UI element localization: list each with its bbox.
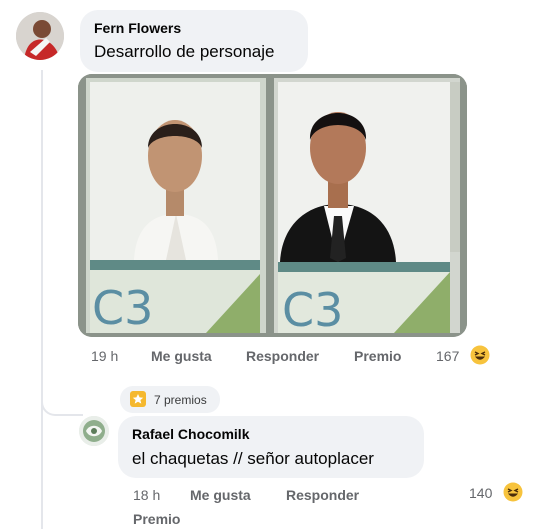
like-button[interactable]: Me gusta — [151, 348, 212, 364]
award-badge-icon — [130, 391, 146, 407]
comment-actions: 19 h Me gusta Responder Premio — [91, 348, 431, 366]
reaction-count[interactable]: 140 — [469, 485, 492, 501]
svg-text:C3: C3 — [282, 283, 343, 337]
svg-text:C3: C3 — [92, 281, 153, 335]
comment-text: Desarrollo de personaje — [94, 42, 275, 61]
reply-connector — [41, 380, 83, 416]
thread-line — [41, 70, 43, 529]
comment-author[interactable]: Rafael Chocomilk — [132, 426, 249, 442]
comment-text: el chaquetas // señor autoplacer — [132, 449, 374, 468]
haha-emoji-icon — [470, 345, 490, 365]
reply-button[interactable]: Responder — [286, 487, 359, 503]
comment-time[interactable]: 18 h — [133, 487, 160, 503]
reply-button[interactable]: Responder — [246, 348, 319, 364]
comment-photo[interactable]: C3 C3 — [78, 74, 467, 337]
avatar[interactable] — [16, 12, 64, 60]
reaction-count[interactable]: 167 — [436, 348, 459, 364]
comment-time[interactable]: 19 h — [91, 348, 118, 364]
award-button[interactable]: Premio — [133, 511, 180, 527]
award-button[interactable]: Premio — [354, 348, 401, 364]
avatar[interactable] — [79, 416, 109, 446]
haha-emoji-icon — [503, 482, 523, 502]
comment-actions: 18 h Me gusta Responder Premio — [133, 487, 393, 527]
like-button[interactable]: Me gusta — [190, 487, 251, 503]
comment-author[interactable]: Fern Flowers — [94, 20, 181, 36]
awards-count: 7 premios — [154, 393, 207, 407]
